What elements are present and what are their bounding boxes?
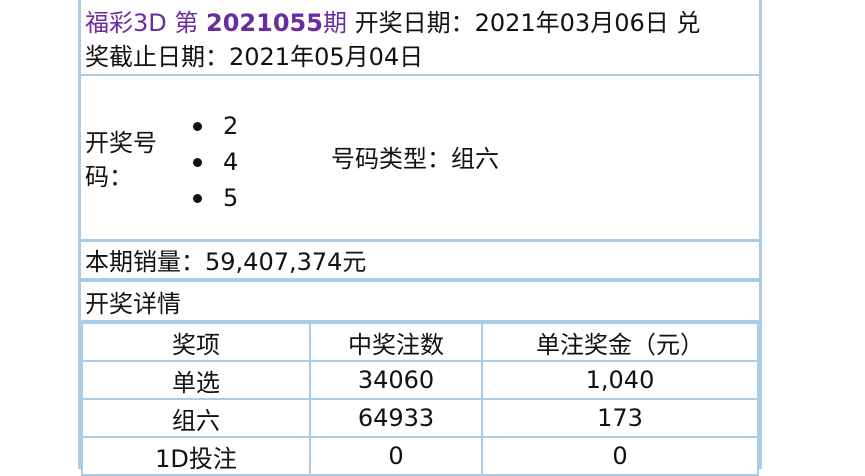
lottery-name: 福彩3D [85,9,167,37]
column-header: 单注奖金（元） [481,322,759,362]
bullet-icon [193,122,202,131]
number-type: 号码类型：组六 [331,142,499,176]
draw-numbers-list: 2 4 5 [193,108,238,216]
table-cell: 0 [309,436,483,476]
table-cell: 34060 [309,360,483,400]
column-header: 中奖注数 [309,322,483,362]
lottery-result-panel: 福彩3D 第 2021055期 开奖日期：2021年03月06日 兑 奖截止日期… [78,0,762,476]
table-cell: 1,040 [481,360,759,400]
draw-number-value: 2 [223,112,239,140]
bullet-icon [193,158,202,167]
table-cell: 单选 [81,360,311,400]
issue-suffix: 期 [322,9,347,37]
number-type-value: 组六 [451,145,499,173]
table-cell: 组六 [81,398,311,438]
draw-number: 4 [193,144,238,180]
table-cell: 0 [481,436,759,476]
issue-number: 2021055 [206,9,323,37]
draw-number-value: 5 [223,184,239,212]
draw-numbers-section: 开奖号码： 2 4 5 号码类型：组六 [81,76,759,242]
table-cell: 173 [481,398,759,438]
issue-prefix: 第 [174,9,199,37]
number-type-label: 号码类型： [331,145,451,173]
sales-value: 59,407,374元 [205,248,367,276]
prize-table: 奖项 中奖注数 单注奖金（元） 单选 34060 1,040 组六 64933 … [81,322,759,476]
draw-number: 5 [193,180,238,216]
redeem-label-start: 兑 [676,9,701,37]
column-header: 奖项 [81,322,311,362]
table-row: 组六 64933 173 [81,398,759,438]
table-row: 1D投注 0 0 [81,436,759,476]
draw-date-label: 开奖日期： [354,9,475,37]
draw-numbers-label: 开奖号码： [85,129,157,191]
sales-row: 本期销量：59,407,374元 [81,242,759,282]
draw-number: 2 [193,108,238,144]
table-cell: 64933 [309,398,483,438]
draw-date: 2021年03月06日 [474,9,669,37]
expire-date-label: 奖截止日期： [85,43,229,71]
draw-header: 福彩3D 第 2021055期 开奖日期：2021年03月06日 兑 奖截止日期… [81,0,759,76]
sales-label: 本期销量： [85,248,205,276]
expire-date: 2021年05月04日 [229,43,424,71]
draw-number-value: 4 [223,148,239,176]
table-cell: 1D投注 [81,436,311,476]
table-header-row: 奖项 中奖注数 单注奖金（元） [81,322,759,362]
table-row: 单选 34060 1,040 [81,360,759,400]
details-title: 开奖详情 [81,286,759,322]
bullet-icon [193,194,202,203]
